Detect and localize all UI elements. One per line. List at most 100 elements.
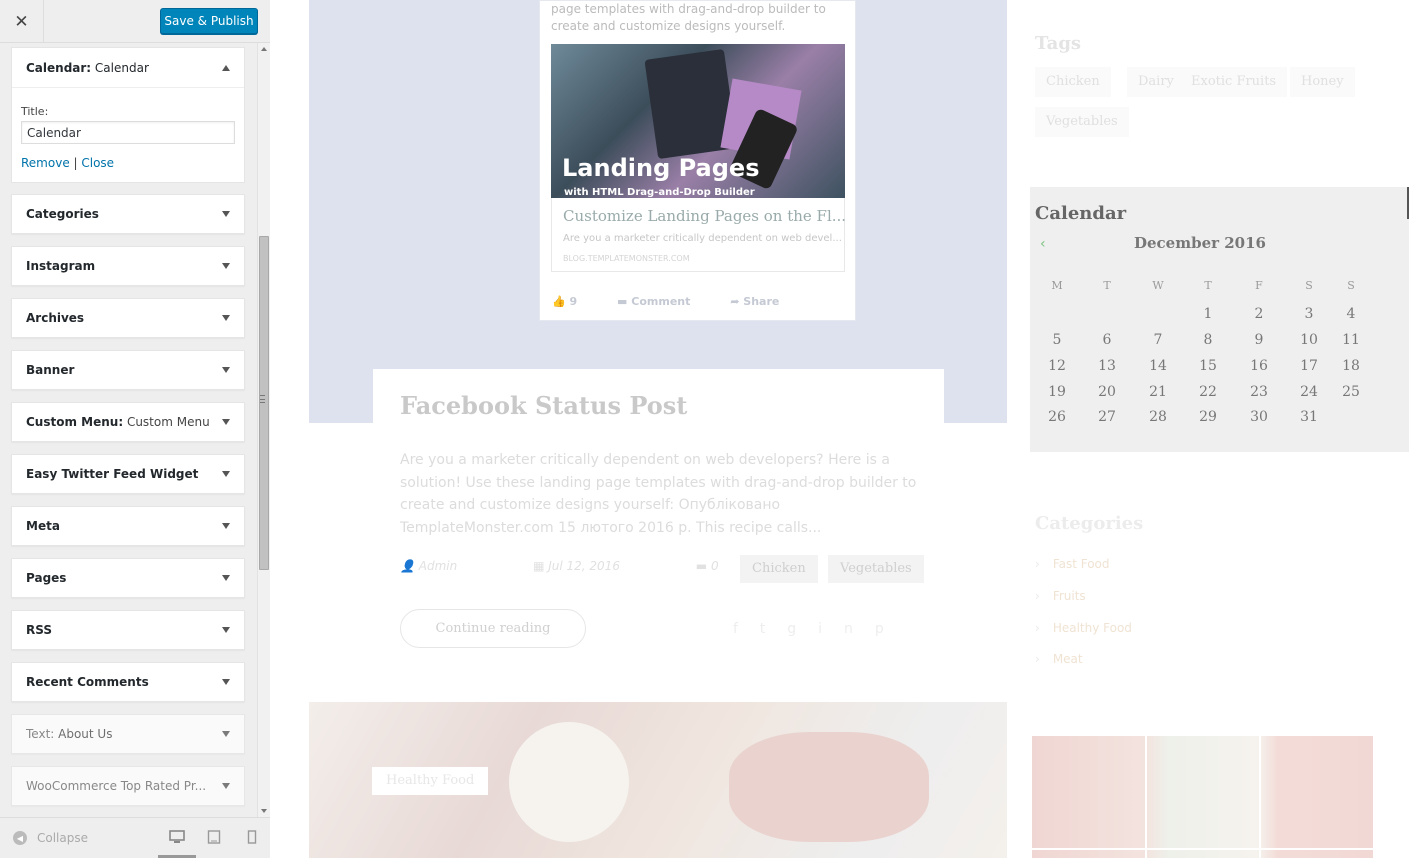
tag-cloud-item[interactable]: Chicken xyxy=(1035,67,1111,97)
facebook-post-background: page templates with drag-and-drop builde… xyxy=(309,0,1007,423)
facebook-embed-image[interactable]: Landing Pages with HTML Drag-and-Drop Bu… xyxy=(551,44,845,198)
calendar-widget: Calendar: Calendar Title: Remove | Close xyxy=(11,47,245,183)
title-input[interactable] xyxy=(21,121,235,144)
tag-cloud-item[interactable]: Exotic Fruits xyxy=(1180,67,1288,97)
widget-8[interactable]: RSS xyxy=(11,610,245,650)
calendar-day: 10 xyxy=(1300,332,1318,348)
post-title[interactable]: Facebook Status Post xyxy=(400,391,687,420)
widget-10[interactable]: Text: About Us xyxy=(11,714,245,754)
widget-title: Categories xyxy=(26,195,99,233)
widget-5[interactable]: Easy Twitter Feed Widget xyxy=(11,454,245,494)
pinterest-icon[interactable]: p xyxy=(875,621,906,637)
food-category-tag[interactable]: Healthy Food xyxy=(372,767,489,795)
like-count[interactable]: 👍 9 xyxy=(552,295,595,308)
plate-graphic xyxy=(509,722,629,842)
widget-title-type: Text: xyxy=(26,727,55,741)
comment-action[interactable]: ▬ Comment xyxy=(617,295,708,308)
image-subheadline: with HTML Drag-and-Drop Builder xyxy=(564,187,755,198)
collapse-button[interactable]: Collapse xyxy=(37,831,88,845)
sidebar-scrollbar[interactable] xyxy=(257,43,270,817)
mobile-icon[interactable] xyxy=(247,830,257,848)
widget-0[interactable]: Categories xyxy=(11,194,245,234)
chevron-down-icon[interactable] xyxy=(222,471,230,477)
widget-6[interactable]: Meta xyxy=(11,506,245,546)
widget-11[interactable]: WooCommerce Top Rated Pr... xyxy=(11,766,245,806)
customizer-sidebar: ✕ Save & Publish Calendar: Calendar Titl… xyxy=(0,0,270,858)
widget-title-type: RSS xyxy=(26,623,52,637)
category-item[interactable]: › Healthy Food xyxy=(1035,621,1132,635)
chevron-down-icon[interactable] xyxy=(222,783,230,789)
post-author[interactable]: 👤 Admin xyxy=(400,559,493,573)
calendar-day: 4 xyxy=(1346,306,1356,322)
weekday-label: W xyxy=(1152,279,1164,292)
category-item[interactable]: › Fruits xyxy=(1035,589,1086,603)
widget-title-type: Banner xyxy=(26,363,75,377)
calendar-widget-header[interactable]: Calendar: Calendar xyxy=(12,48,244,88)
widget-title-type: Categories xyxy=(26,207,99,221)
food-post-image[interactable]: Healthy Food xyxy=(309,702,1007,858)
google-plus-icon[interactable]: g xyxy=(787,621,818,637)
widget-2[interactable]: Archives xyxy=(11,298,245,338)
chevron-down-icon[interactable] xyxy=(222,575,230,581)
widget-title: Recent Comments xyxy=(26,663,149,701)
calendar-day: 24 xyxy=(1300,384,1318,400)
post-card: Facebook Status Post Are you a marketer … xyxy=(373,369,944,649)
tag-cloud-item[interactable]: Dairy xyxy=(1127,67,1185,97)
collapse-icon[interactable]: ◀ xyxy=(13,831,27,845)
chevron-down-icon[interactable] xyxy=(222,523,230,529)
chevron-down-icon[interactable] xyxy=(222,731,230,737)
chevron-down-icon[interactable] xyxy=(222,627,230,633)
tablet-icon[interactable] xyxy=(207,830,221,848)
calendar-day: 29 xyxy=(1199,409,1217,425)
widget-title-type: Easy Twitter Feed Widget xyxy=(26,467,199,481)
chevron-down-icon[interactable] xyxy=(222,263,230,269)
widget-7[interactable]: Pages xyxy=(11,558,245,598)
post-tag[interactable]: Vegetables xyxy=(828,555,924,583)
close-icon[interactable]: ✕ xyxy=(0,0,44,43)
linkedin-icon[interactable]: in xyxy=(818,621,875,637)
widget-title: Calendar: Calendar xyxy=(26,48,149,88)
share-action[interactable]: ➦ Share xyxy=(730,295,797,308)
calendar-day: 7 xyxy=(1153,332,1163,348)
facebook-link-preview[interactable]: Customize Landing Pages on the Fl... Are… xyxy=(551,198,847,272)
category-item[interactable]: › Fast Food xyxy=(1035,557,1110,571)
category-item[interactable]: › Meat xyxy=(1035,652,1083,666)
chevron-down-icon[interactable] xyxy=(222,315,230,321)
post-tag[interactable]: Chicken xyxy=(740,555,818,583)
scrollbar-thumb[interactable] xyxy=(259,236,269,570)
tag-cloud-item[interactable]: Honey xyxy=(1290,67,1355,97)
calendar-day: 16 xyxy=(1250,358,1268,374)
scroll-down-icon[interactable] xyxy=(261,809,267,813)
chevron-down-icon[interactable] xyxy=(222,211,230,217)
site-preview: page templates with drag-and-drop builde… xyxy=(270,0,1409,858)
thumb-divider xyxy=(1145,736,1147,858)
calendar-month: December 2016 xyxy=(1133,234,1266,252)
widget-title-instance: About Us xyxy=(54,727,113,741)
widget-title-type: Pages xyxy=(26,571,67,585)
chevron-down-icon[interactable] xyxy=(222,679,230,685)
widget-9[interactable]: Recent Comments xyxy=(11,662,245,702)
author-name: Admin xyxy=(418,559,458,573)
widget-1[interactable]: Instagram xyxy=(11,246,245,286)
chevron-down-icon[interactable] xyxy=(222,419,230,425)
widget-3[interactable]: Banner xyxy=(11,350,245,390)
facebook-embed-text: page templates with drag-and-drop builde… xyxy=(551,2,826,33)
category-label: Healthy Food xyxy=(1052,621,1132,635)
close-link[interactable]: Close xyxy=(81,156,114,170)
continue-reading-button[interactable]: Continue reading xyxy=(400,609,586,648)
desktop-icon[interactable] xyxy=(169,830,185,848)
facebook-icon[interactable]: f xyxy=(733,621,760,637)
link-title: Customize Landing Pages on the Fl... xyxy=(563,207,847,225)
widget-title: RSS xyxy=(26,611,52,649)
widget-4[interactable]: Custom Menu: Custom Menu xyxy=(11,402,245,442)
instagram-thumbnails[interactable] xyxy=(1032,736,1373,858)
twitter-icon[interactable]: t xyxy=(760,621,788,637)
grip-icon xyxy=(260,395,265,403)
chevron-right-icon: › xyxy=(1035,621,1040,635)
remove-link[interactable]: Remove xyxy=(21,156,70,170)
scroll-up-icon[interactable] xyxy=(261,47,267,51)
chevron-down-icon[interactable] xyxy=(222,367,230,373)
save-publish-button[interactable]: Save & Publish xyxy=(160,8,258,34)
tag-cloud-item[interactable]: Vegetables xyxy=(1035,107,1129,137)
chevron-up-icon[interactable] xyxy=(222,65,230,71)
